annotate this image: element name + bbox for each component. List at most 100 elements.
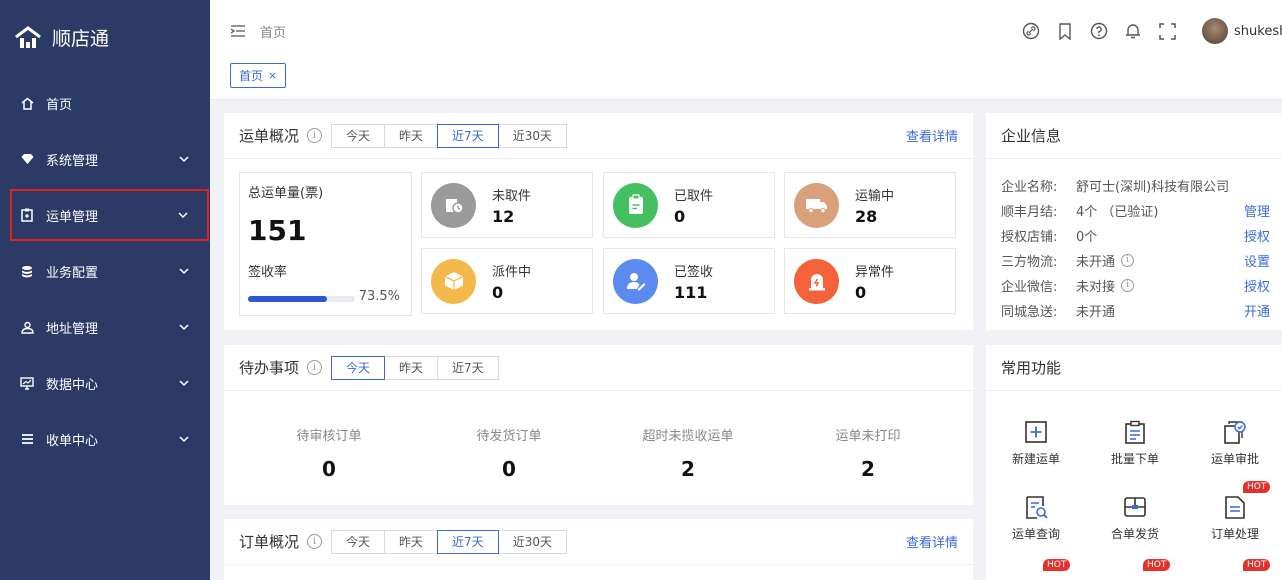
view-details-link[interactable]: 查看详情 [906, 532, 958, 551]
enterprise-value: 未开通 [1076, 254, 1116, 270]
info-icon[interactable]: i [1121, 253, 1135, 267]
range-30days[interactable]: 近30天 [497, 529, 567, 554]
info-icon[interactable]: i [307, 360, 323, 375]
range-7days[interactable]: 近7天 [437, 123, 499, 148]
clipboard-list-icon [1125, 420, 1145, 444]
sidebar-item-system[interactable]: 系统管理 [0, 131, 210, 187]
range-30days[interactable]: 近30天 [497, 123, 567, 148]
manage-link[interactable]: 管理 [1244, 201, 1270, 220]
info-icon[interactable]: i [1121, 278, 1135, 292]
function-label: 批量下单 [1110, 452, 1159, 466]
bookmark-icon[interactable] [1056, 22, 1074, 40]
help-icon[interactable] [1090, 22, 1108, 40]
panel-title: 常用功能 [1001, 359, 1062, 377]
range-today[interactable]: 今天 [331, 123, 386, 148]
range-today[interactable]: 今天 [331, 355, 386, 380]
stat-icon-circle [431, 258, 476, 304]
sign-rate-progress [248, 296, 355, 302]
enterprise-row: 三方物流: 未开通 i 设置 [1001, 250, 1270, 270]
sidebar-item-address[interactable]: 地址管理 [0, 299, 210, 355]
user-name[interactable]: shukeshi [1234, 24, 1282, 39]
sign-rate-label: 签收率 [248, 265, 288, 280]
stat-label: 派件中 [492, 264, 532, 280]
function-order-processing[interactable]: HOT 订单处理 [1200, 481, 1271, 542]
box-icon [444, 272, 463, 290]
doc-lines-icon [1225, 496, 1245, 519]
monitor-chart-icon [20, 376, 34, 390]
sidebar-item-home[interactable]: 首页 [0, 75, 210, 131]
tab-label: 首页 [239, 69, 264, 83]
sidebar-item-data-center[interactable]: 数据中心 [0, 355, 210, 411]
range-today[interactable]: 今天 [331, 529, 386, 554]
function-waybill-query[interactable]: 运单查询 [1001, 493, 1071, 542]
close-icon[interactable]: × [268, 69, 277, 82]
range-selector: 今天 昨天 近7天 近30天 [331, 123, 567, 148]
activate-link[interactable]: 开通 [1244, 301, 1270, 320]
stat-card[interactable]: 派件中 0 [421, 248, 593, 314]
function-merge-ship[interactable]: 合单发货 [1100, 493, 1170, 542]
todo-label: 待发货订单 [476, 429, 542, 444]
sidebar-item-order-center[interactable]: 收单中心 [0, 411, 210, 467]
enterprise-value: 未对接 [1076, 279, 1116, 295]
authorize-shop-link[interactable]: 授权 [1244, 226, 1270, 245]
todo-item[interactable]: 超时未揽收运单 2 [598, 425, 778, 481]
breadcrumb[interactable]: 首页 [260, 22, 286, 41]
function-new-waybill[interactable]: 新建运单 [1001, 418, 1071, 467]
stat-icon-circle [431, 182, 476, 228]
alert-icon [808, 274, 825, 291]
range-7days[interactable]: 近7天 [437, 355, 499, 380]
stat-card[interactable]: 未取件 12 [421, 172, 593, 238]
hot-badge: HOT [1243, 559, 1271, 571]
enterprise-row: 企业名称: 舒可士(深圳)科技有限公司 [1001, 175, 1270, 195]
avatar[interactable] [1202, 18, 1228, 44]
stat-value: 28 [855, 206, 878, 226]
range-yesterday[interactable]: 昨天 [384, 529, 439, 554]
stat-card[interactable]: 异常件 0 [784, 248, 956, 314]
function-label: 合单发货 [1110, 527, 1159, 541]
top-toolbar: shukeshi [1022, 0, 1282, 62]
functions-panel: 常用功能 新建运单 批量下单 运单审批 运单查询 合单发货 HOT 订单处理 H… [986, 345, 1282, 580]
top-bar: 首页 shukeshi [210, 0, 1282, 62]
parcel-clock-icon [445, 199, 464, 214]
range-7days[interactable]: 近7天 [437, 529, 499, 554]
enterprise-key: 企业名称: [1001, 179, 1058, 195]
person-sign-icon [626, 273, 645, 291]
setup-link[interactable]: 设置 [1244, 251, 1270, 270]
stat-value: 12 [492, 206, 515, 226]
stat-icon-circle [613, 182, 658, 228]
stat-card[interactable]: 运输中 28 [784, 172, 956, 238]
authorize-wechat-link[interactable]: 授权 [1244, 276, 1270, 295]
menu-fold-icon[interactable] [230, 24, 246, 38]
chevron-down-icon [179, 380, 189, 387]
sidebar-item-label: 首页 [46, 97, 73, 113]
todo-label: 运单未打印 [835, 429, 901, 444]
todo-panel: 待办事项 i 今天 昨天 近7天 待审核订单 0 待发货订单 0 超时未揽收运单… [224, 345, 973, 505]
sidebar: 顺店通 首页 系统管理 运单管理 业务配置 地址管理 数据中心 收单中心 [0, 0, 210, 580]
function-batch-order[interactable]: 批量下单 [1100, 418, 1170, 467]
bell-icon[interactable] [1124, 22, 1142, 40]
doc-search-icon [1026, 496, 1048, 519]
fullscreen-icon[interactable] [1158, 22, 1176, 40]
link-icon[interactable] [1022, 22, 1040, 40]
todo-item[interactable]: 运单未打印 2 [778, 425, 958, 481]
tab-home[interactable]: 首页 × [230, 63, 287, 88]
function-label: 新建运单 [1011, 452, 1060, 466]
view-details-link[interactable]: 查看详情 [906, 126, 958, 145]
enterprise-value-wrap: 未开通 i [1076, 251, 1244, 270]
info-icon[interactable]: i [307, 534, 323, 549]
range-yesterday[interactable]: 昨天 [384, 355, 439, 380]
info-icon[interactable]: i [307, 128, 323, 143]
panel-title: 待办事项 [239, 359, 300, 377]
sidebar-item-waybill[interactable]: 运单管理 [10, 189, 209, 241]
hot-badge: HOT [1043, 559, 1071, 571]
enterprise-panel: 企业信息 企业名称: 舒可士(深圳)科技有限公司 顺丰月结: 4个 （已验证) … [986, 113, 1282, 330]
app-logo[interactable]: 顺店通 [0, 0, 210, 75]
stat-card[interactable]: 已取件 0 [603, 172, 775, 238]
todo-item[interactable]: 待发货订单 0 [419, 425, 599, 481]
stat-card[interactable]: 已签收 111 [603, 248, 775, 314]
range-yesterday[interactable]: 昨天 [384, 123, 439, 148]
diamond-icon [20, 152, 34, 166]
function-waybill-approval[interactable]: 运单审批 [1200, 418, 1270, 467]
sidebar-item-business-config[interactable]: 业务配置 [0, 243, 210, 299]
todo-item[interactable]: 待审核订单 0 [239, 425, 419, 481]
